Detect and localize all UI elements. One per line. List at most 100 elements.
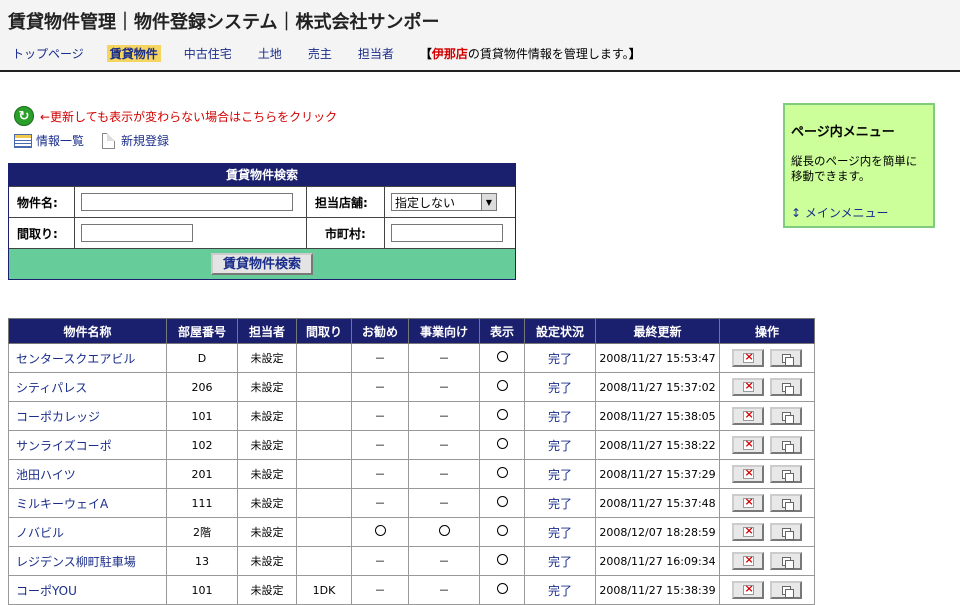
city-input[interactable] [391,224,503,242]
dash-mark: － [374,468,386,481]
status-link[interactable]: 完了 [548,497,572,511]
cell-updated: 2008/11/27 15:37:48 [595,488,720,518]
search-heading: 賃貸物件検索 [9,164,515,186]
property-link[interactable]: コーポYOU [16,584,77,598]
store-select[interactable]: 指定しない ▼ [391,193,497,211]
delete-icon [742,350,754,363]
cell-recommend [351,517,409,547]
cell-name: レジデンス柳町駐車場 [8,546,167,576]
copy-icon [781,469,794,482]
property-link[interactable]: ミルキーウェイA [16,497,108,511]
search-button[interactable]: 賃貸物件検索 [210,253,313,275]
cell-updated: 2008/11/27 16:09:34 [595,546,720,576]
copy-button[interactable] [770,523,802,541]
copy-button[interactable] [770,465,802,483]
page-menu-desc: 縦長のページ内を簡単に移動できます。 [791,154,918,183]
cell-business: － [408,372,480,402]
delete-button[interactable] [732,436,764,454]
property-link[interactable]: コーポカレッジ [16,410,100,424]
cell-business: － [408,575,480,605]
cell-actions [719,517,815,547]
nav-seller[interactable]: 売主 [308,45,332,62]
col-actions: 操作 [719,318,815,344]
row-actions [720,523,814,541]
cell-staff: 未設定 [237,430,297,460]
status-link[interactable]: 完了 [548,468,572,482]
list-link[interactable]: 情報一覧 [14,132,84,149]
main-nav: トップページ 賃貸物件 中古住宅 土地 売主 担当者 【伊那店の賃貸物件情報を管… [12,44,641,62]
status-link[interactable]: 完了 [548,439,572,453]
page-menu-box: ページ内メニュー 縦長のページ内を簡単に移動できます。 ↕ メインメニュー [783,103,935,228]
city-cell [385,218,515,248]
property-link[interactable]: シティパレス [16,381,87,395]
delete-button[interactable] [732,581,764,599]
copy-button[interactable] [770,552,802,570]
cell-staff: 未設定 [237,517,297,547]
chevron-down-icon[interactable]: ▼ [481,194,496,210]
status-link[interactable]: 完了 [548,584,572,598]
property-link[interactable]: サンライズコーポ [16,439,112,453]
col-staff: 担当者 [237,318,297,344]
refresh-icon[interactable]: ↻ [14,106,34,126]
cell-display [479,575,525,605]
delete-button[interactable] [732,552,764,570]
cell-status: 完了 [524,372,596,402]
property-link[interactable]: センタースクエアビル [16,352,135,366]
nav-land[interactable]: 土地 [258,45,282,62]
search-panel: 賃貸物件検索 物件名: 担当店舗: 指定しない ▼ 間取り: 市町村: 賃貸物件… [8,163,516,280]
status-link[interactable]: 完了 [548,352,572,366]
dash-mark: － [438,410,450,423]
property-link[interactable]: 池田ハイツ [16,468,76,482]
col-name: 物件名称 [8,318,167,344]
cell-staff: 未設定 [237,343,297,373]
store-label: 担当店舗: [307,187,385,217]
cell-updated: 2008/11/27 15:38:22 [595,430,720,460]
cell-staff: 未設定 [237,488,297,518]
cell-status: 完了 [524,517,596,547]
refresh-link[interactable]: ←更新しても表示が変わらない場合はこちらをクリック [40,108,337,125]
copy-button[interactable] [770,349,802,367]
nav-used-house[interactable]: 中古住宅 [184,45,232,62]
copy-button[interactable] [770,494,802,512]
copy-button[interactable] [770,378,802,396]
circle-icon [496,438,508,449]
nav-top[interactable]: トップページ [12,45,84,62]
col-recommend: お勧め [351,318,409,344]
delete-button[interactable] [732,407,764,425]
cell-layout [296,401,352,431]
status-link[interactable]: 完了 [548,526,572,540]
dash-mark: － [374,439,386,452]
cell-recommend: － [351,488,409,518]
property-name-input[interactable] [81,193,293,211]
layout-input[interactable] [81,224,193,242]
status-link[interactable]: 完了 [548,410,572,424]
main-menu-link[interactable]: ↕ メインメニュー [791,206,889,220]
copy-button[interactable] [770,407,802,425]
table-row: 池田ハイツ 201 未設定 － － 完了 2008/11/27 15:37:29 [8,459,815,489]
circle-icon [496,409,508,420]
dash-mark: － [438,584,450,597]
nav-rental[interactable]: 賃貸物件 [106,44,161,62]
delete-button[interactable] [732,494,764,512]
delete-button[interactable] [732,523,764,541]
cell-recommend: － [351,401,409,431]
new-entry-link[interactable]: 新規登録 [102,132,169,149]
copy-icon [781,440,794,453]
col-room: 部屋番号 [166,318,238,344]
delete-icon [742,553,754,566]
copy-button[interactable] [770,581,802,599]
delete-button[interactable] [732,349,764,367]
delete-button[interactable] [732,465,764,483]
dash-mark: － [438,352,450,365]
copy-button[interactable] [770,436,802,454]
dash-mark: － [374,381,386,394]
status-link[interactable]: 完了 [548,555,572,569]
city-label: 市町村: [307,218,385,248]
property-link[interactable]: レジデンス柳町駐車場 [16,555,136,569]
cell-name: センタースクエアビル [8,343,167,373]
nav-staff[interactable]: 担当者 [358,45,394,62]
delete-icon [742,466,754,479]
delete-button[interactable] [732,378,764,396]
property-link[interactable]: ノバビル [16,526,64,540]
status-link[interactable]: 完了 [548,381,572,395]
